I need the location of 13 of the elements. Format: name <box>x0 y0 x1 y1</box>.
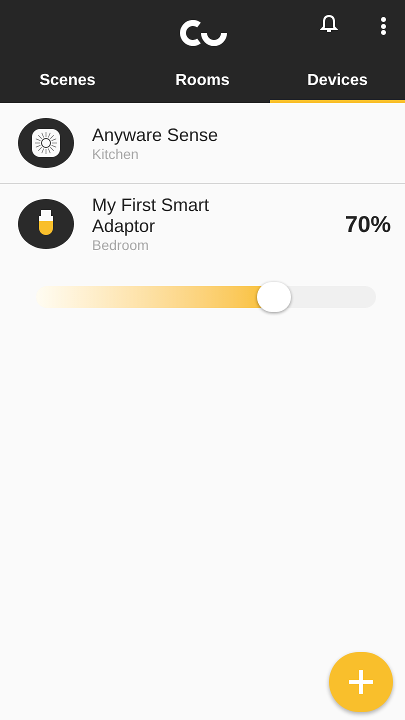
device-name: Anyware Sense <box>92 124 220 146</box>
tab[interactable]: Scenes <box>0 65 135 103</box>
tab[interactable]: Rooms <box>135 65 270 103</box>
brightness-reading: 70% <box>344 210 391 239</box>
tab[interactable]: Devices <box>270 65 405 103</box>
sensor-icon <box>18 118 74 168</box>
slider-thumb[interactable] <box>257 282 291 312</box>
plus-icon <box>347 668 375 696</box>
add-button[interactable] <box>329 652 393 712</box>
device-room: Bedroom <box>92 237 150 253</box>
bulb-icon <box>18 199 74 249</box>
device-name: My First Smart Adaptor <box>92 195 210 237</box>
device-room: Kitchen <box>92 146 140 162</box>
